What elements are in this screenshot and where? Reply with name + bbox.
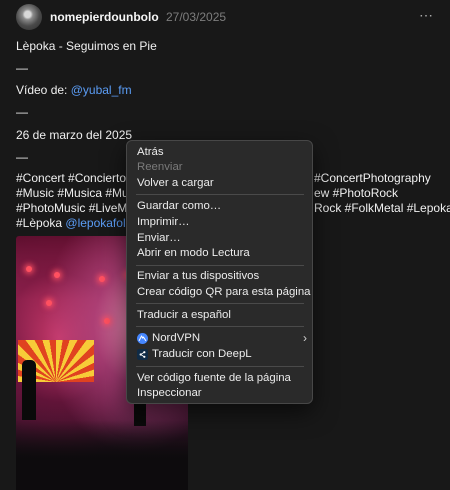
post-date[interactable]: 27/03/2025	[166, 10, 226, 24]
menu-item-qr-code[interactable]: Crear código QR para esta página	[137, 285, 311, 300]
crowd	[16, 420, 188, 490]
stage-light	[46, 300, 52, 306]
hashtags-line-1[interactable]: #Concert #Concierto #	[16, 171, 136, 186]
username[interactable]: nomepierdounbolo	[50, 10, 159, 24]
divider-dash: —	[16, 150, 28, 164]
menu-item-label: Atrás	[137, 146, 164, 158]
hashtags-line-3[interactable]: #PhotoMusic #LiveMus	[16, 201, 140, 216]
menu-item-nordvpn[interactable]: NordVPN ›	[137, 331, 307, 346]
video-credit-label: Vídeo de:	[16, 83, 71, 97]
menu-item-label: Volver a cargar	[137, 177, 214, 189]
menu-item-label: Guardar como…	[137, 200, 222, 212]
menu-item-label: Imprimir…	[137, 216, 190, 228]
menu-item-reload[interactable]: Volver a cargar	[137, 176, 307, 191]
hashtags-line-3-right[interactable]: Rock #FolkMetal #Lepoka	[314, 201, 450, 216]
menu-item-label: Enviar…	[137, 232, 181, 244]
menu-item-translate[interactable]: Traducir a español	[137, 308, 307, 323]
menu-item-save-as[interactable]: Guardar como…	[137, 199, 307, 214]
divider-dash: —	[16, 61, 28, 75]
performer-silhouette	[22, 360, 36, 420]
hashtag-lepoka[interactable]: #Lèpoka	[16, 216, 65, 230]
menu-separator	[136, 303, 304, 304]
hashtags-line-2[interactable]: #Music #Musica #Mus	[16, 186, 135, 201]
menu-item-print[interactable]: Imprimir…	[137, 215, 307, 230]
menu-item-label: Inspeccionar	[137, 387, 202, 399]
menu-item-deepl[interactable]: Traducir con DeepL	[137, 347, 307, 362]
hashtags-line-1-right[interactable]: #ConcertPhotography	[314, 171, 431, 186]
menu-item-reader-mode[interactable]: Abrir en modo Lectura	[137, 246, 307, 261]
divider-dash: —	[16, 105, 28, 119]
menu-item-label: Crear código QR para esta página	[137, 286, 311, 298]
stage-light	[104, 318, 110, 324]
menu-item-label: Abrir en modo Lectura	[137, 247, 250, 259]
context-menu: Atrás Reenviar Volver a cargar Guardar c…	[126, 140, 313, 404]
menu-item-send-to-devices[interactable]: Enviar a tus dispositivos	[137, 269, 307, 284]
stage-light	[54, 272, 60, 278]
lepokafolk-link[interactable]: @lepokafolk	[65, 216, 131, 230]
hashtags-line-2-right[interactable]: ew #PhotoRock	[314, 186, 398, 201]
stage-light	[99, 276, 105, 282]
menu-item-label: Traducir con DeepL	[152, 348, 252, 360]
video-author-link[interactable]: @yubal_fm	[71, 83, 132, 97]
menu-item-send[interactable]: Enviar…	[137, 231, 307, 246]
menu-item-view-source[interactable]: Ver código fuente de la página	[137, 371, 307, 386]
deepl-icon	[137, 349, 148, 360]
menu-item-inspect[interactable]: Inspeccionar	[137, 386, 307, 401]
menu-item-label: Enviar a tus dispositivos	[137, 270, 260, 282]
menu-separator	[136, 194, 304, 195]
menu-item-back[interactable]: Atrás	[137, 145, 307, 160]
menu-item-label: Ver código fuente de la página	[137, 372, 291, 384]
post-header: nomepierdounbolo 27/03/2025 ⋯	[16, 4, 440, 30]
event-date: 26 de marzo del 2025	[16, 128, 133, 142]
post-title: Lèpoka - Seguimos en Pie	[16, 39, 157, 53]
menu-item-forward: Reenviar	[137, 160, 307, 175]
menu-item-label: Traducir a español	[137, 309, 231, 321]
nordvpn-icon	[137, 333, 148, 344]
menu-separator	[136, 326, 304, 327]
stage-light	[26, 266, 32, 272]
hashtags-line-4: #Lèpoka @lepokafolk	[16, 216, 132, 231]
more-options-icon[interactable]: ⋯	[419, 7, 434, 24]
video-credit: Vídeo de: @yubal_fm	[16, 83, 132, 98]
menu-item-label: NordVPN	[152, 332, 201, 344]
chevron-right-icon: ›	[303, 331, 307, 345]
menu-separator	[136, 265, 304, 266]
avatar[interactable]	[16, 4, 42, 30]
menu-separator	[136, 366, 304, 367]
menu-item-label: Reenviar	[137, 161, 183, 173]
